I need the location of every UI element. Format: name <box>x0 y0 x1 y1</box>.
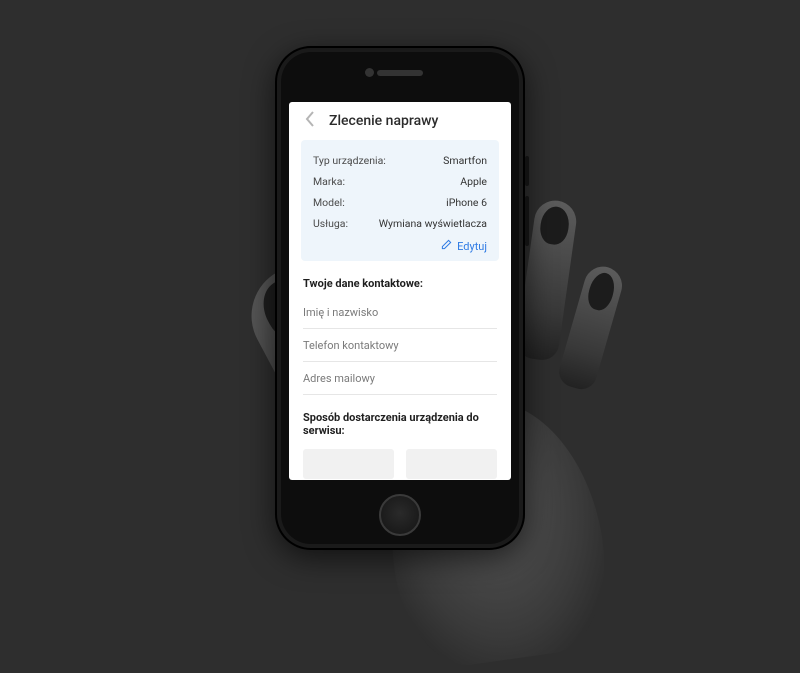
nav-bar: Zlecenie naprawy <box>289 102 511 138</box>
summary-row: Marka: Apple <box>313 171 487 192</box>
delivery-options <box>289 443 511 479</box>
summary-label: Marka: <box>313 175 345 188</box>
contact-heading: Twoje dane kontaktowe: <box>289 261 511 296</box>
summary-label: Typ urządzenia: <box>313 154 386 167</box>
delivery-option[interactable] <box>303 449 394 479</box>
summary-label: Model: <box>313 196 345 209</box>
summary-row: Model: iPhone 6 <box>313 192 487 213</box>
app-screen: Zlecenie naprawy Typ urządzenia: Smartfo… <box>289 102 511 480</box>
email-field[interactable]: Adres mailowy <box>303 362 497 395</box>
edit-button[interactable]: Edytuj <box>313 234 487 253</box>
summary-value: Apple <box>460 175 487 188</box>
delivery-option[interactable] <box>406 449 497 479</box>
summary-label: Usługa: <box>313 217 348 230</box>
delivery-heading: Sposób dostarczenia urządzenia do serwis… <box>289 395 511 443</box>
pencil-icon <box>441 239 452 253</box>
phone-camera <box>365 68 374 77</box>
summary-value: Smartfon <box>443 154 487 167</box>
summary-value: Wymiana wyświetlacza <box>379 217 487 230</box>
phone-field[interactable]: Telefon kontaktowy <box>303 329 497 362</box>
summary-row: Usługa: Wymiana wyświetlacza <box>313 213 487 234</box>
chevron-left-icon <box>305 111 315 131</box>
page-title: Zlecenie naprawy <box>329 113 438 129</box>
back-button[interactable] <box>301 112 319 130</box>
phone-device-frame: Zlecenie naprawy Typ urządzenia: Smartfo… <box>275 46 525 550</box>
summary-value: iPhone 6 <box>446 196 487 209</box>
name-field[interactable]: Imię i nazwisko <box>303 296 497 329</box>
phone-speaker <box>377 70 423 76</box>
phone-home-button[interactable] <box>379 494 421 536</box>
order-summary-card: Typ urządzenia: Smartfon Marka: Apple Mo… <box>301 140 499 261</box>
summary-row: Typ urządzenia: Smartfon <box>313 150 487 171</box>
edit-label: Edytuj <box>457 240 487 253</box>
